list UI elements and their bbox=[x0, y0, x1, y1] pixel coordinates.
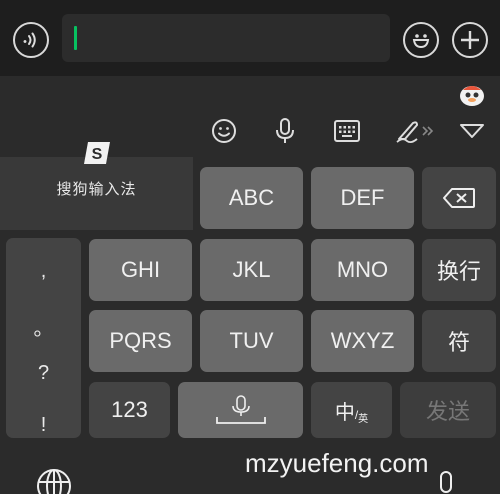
voice-button[interactable] bbox=[13, 22, 49, 58]
key-tuv[interactable]: TUV bbox=[200, 310, 303, 372]
numeric-key[interactable]: 123 bbox=[89, 382, 170, 438]
punct-comma[interactable]: , bbox=[6, 260, 81, 283]
punct-question[interactable]: ? bbox=[6, 362, 81, 385]
backspace-icon bbox=[443, 188, 475, 208]
watermark-text: mzyuefeng.com bbox=[245, 448, 429, 478]
toolbar-handwriting-button[interactable] bbox=[392, 114, 438, 148]
emoji-icon bbox=[412, 34, 430, 49]
key-wxyz[interactable]: WXYZ bbox=[311, 310, 414, 372]
dictation-mic-icon[interactable] bbox=[435, 470, 457, 494]
symbol-key[interactable]: 符 bbox=[422, 310, 496, 372]
collapse-keyboard-button[interactable] bbox=[455, 114, 489, 148]
keyboard-icon bbox=[334, 120, 360, 142]
toolbar-keyboard-button[interactable] bbox=[330, 114, 364, 148]
space-mic-icon bbox=[215, 395, 266, 424]
key-pqrs[interactable]: PQRS bbox=[89, 310, 192, 372]
punct-exclamation[interactable]: ! bbox=[6, 414, 81, 437]
toolbar-emoji-button[interactable] bbox=[207, 114, 241, 148]
key-ghi[interactable]: GHI bbox=[89, 239, 192, 301]
chat-input-bar bbox=[0, 0, 500, 76]
toolbar-voice-button[interactable] bbox=[268, 114, 302, 148]
globe-icon[interactable] bbox=[36, 468, 72, 494]
punctuation-panel: , 。 ? ! bbox=[6, 238, 81, 438]
text-cursor bbox=[74, 26, 77, 50]
emoji-button[interactable] bbox=[403, 22, 439, 58]
message-input[interactable] bbox=[62, 14, 390, 62]
language-switch-key[interactable]: 中 / 英 bbox=[311, 382, 392, 438]
send-key[interactable]: 发送 bbox=[400, 382, 496, 438]
newline-key[interactable]: 换行 bbox=[422, 239, 496, 301]
key-abc[interactable]: ABC bbox=[200, 167, 303, 229]
svg-text:S: S bbox=[92, 146, 103, 163]
lang-main-label: 中 bbox=[334, 401, 355, 424]
sogou-logo-icon: S bbox=[82, 140, 112, 166]
mascot-icon[interactable] bbox=[455, 80, 489, 108]
key-mno[interactable]: MNO bbox=[311, 239, 414, 301]
lang-sub-label: 英 bbox=[358, 413, 369, 425]
handwriting-icon bbox=[396, 121, 434, 144]
key-jkl[interactable]: JKL bbox=[200, 239, 303, 301]
space-key[interactable] bbox=[178, 382, 303, 438]
add-icon bbox=[461, 31, 479, 49]
chevron-down-icon bbox=[460, 124, 484, 138]
punct-period[interactable]: 。 bbox=[6, 312, 81, 341]
voice-icon bbox=[23, 32, 36, 48]
brand-name: 搜狗输入法 bbox=[56, 181, 137, 198]
add-button[interactable] bbox=[452, 22, 488, 58]
key-def[interactable]: DEF bbox=[311, 167, 414, 229]
smile-icon bbox=[212, 119, 236, 143]
backspace-key[interactable] bbox=[422, 167, 496, 229]
mic-icon bbox=[276, 118, 294, 143]
